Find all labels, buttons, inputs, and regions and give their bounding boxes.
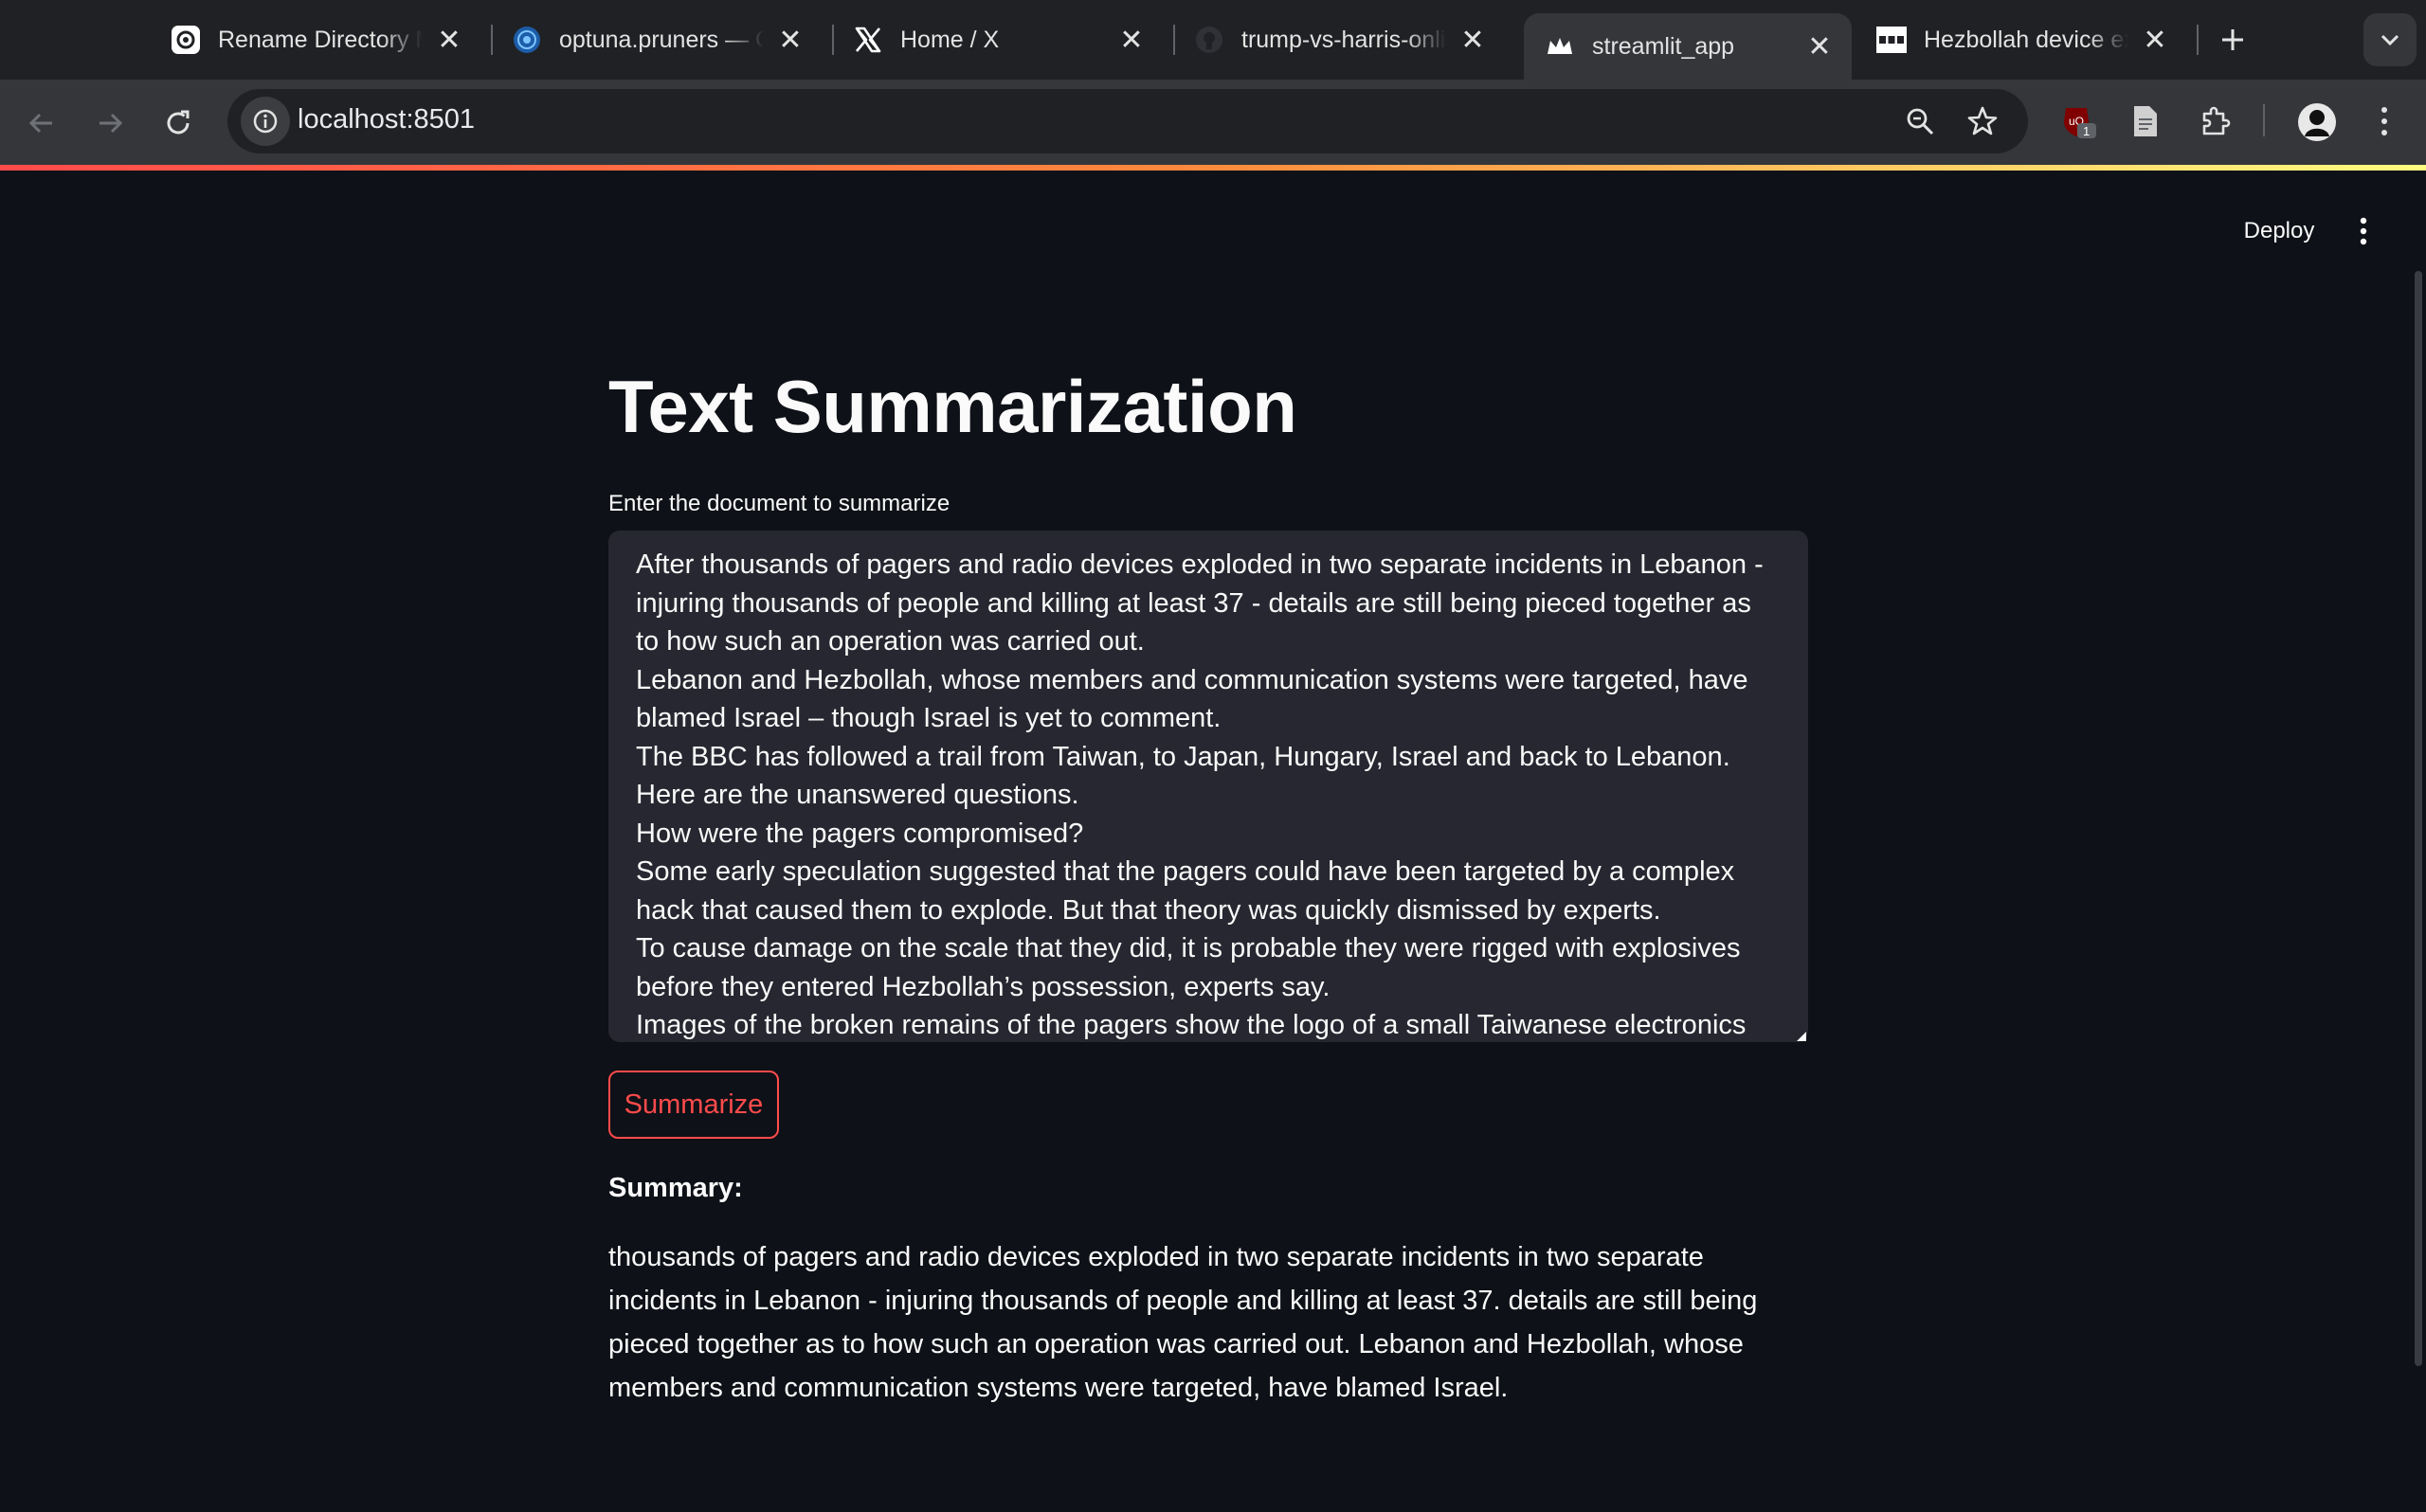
- url-text: localhost:8501: [298, 104, 476, 135]
- optuna-icon: [512, 25, 542, 55]
- chevron-down-icon: [2381, 34, 2399, 46]
- tab-title: Rename Directory Method: [218, 26, 423, 53]
- document-input-label: Enter the document to summarize: [608, 491, 950, 516]
- browser-tab[interactable]: Home / X ✕: [832, 13, 1164, 66]
- browser-tabstrip: Rename Directory Method ✕ optuna.pruners…: [0, 0, 2426, 80]
- deploy-button[interactable]: Deploy: [2227, 208, 2331, 254]
- close-tab-icon[interactable]: ✕: [1802, 29, 1837, 63]
- back-button[interactable]: [19, 100, 64, 146]
- reload-icon: [167, 110, 190, 135]
- close-tab-icon[interactable]: ✕: [1456, 23, 1490, 57]
- summarize-button[interactable]: Summarize: [608, 1071, 779, 1139]
- x-logo-icon: [853, 25, 883, 55]
- openai-icon: [171, 25, 201, 55]
- close-tab-icon[interactable]: ✕: [1114, 23, 1149, 57]
- summary-text: thousands of pagers and radio devices ex…: [608, 1242, 1758, 1403]
- streamlit-app: Deploy Text Summarization Enter the docu…: [0, 171, 2426, 1512]
- browser-tab[interactable]: Rename Directory Method ✕: [150, 13, 481, 66]
- extensions-puzzle-icon[interactable]: [2195, 100, 2236, 142]
- plus-icon: [2222, 29, 2243, 50]
- site-info-icon[interactable]: [241, 97, 290, 146]
- tab-title: streamlit_app: [1592, 32, 1735, 60]
- reload-button[interactable]: [155, 100, 201, 146]
- github-icon: [1194, 25, 1224, 55]
- new-tab-button[interactable]: [2214, 19, 2252, 61]
- tab-search-button[interactable]: [2363, 13, 2417, 66]
- address-bar[interactable]: localhost:8501: [227, 89, 2028, 153]
- browser-tab[interactable]: optuna.pruners — Optuna ✕: [491, 13, 823, 66]
- summary-heading: Summary:: [608, 1173, 743, 1203]
- kebab-menu-icon: [2360, 217, 2367, 245]
- browser-tab[interactable]: Hezbollah device explosions ✕: [1856, 13, 2187, 66]
- tab-title: Home / X: [900, 26, 1000, 53]
- streamlit-crown-icon: [1545, 31, 1575, 62]
- browser-tab[interactable]: trump-vs-harris-online ✕: [1173, 13, 1505, 66]
- arrow-left-icon: [28, 113, 52, 134]
- profile-avatar[interactable]: [2295, 100, 2339, 144]
- bookmark-star-icon[interactable]: [1962, 100, 2003, 142]
- close-tab-icon[interactable]: ✕: [773, 23, 807, 57]
- forward-button[interactable]: [87, 100, 133, 146]
- document-textarea[interactable]: After thousands of pagers and radio devi…: [608, 531, 1808, 1042]
- main-menu-button[interactable]: [2345, 208, 2382, 254]
- browser-menu-icon[interactable]: [2363, 100, 2405, 142]
- resize-handle-icon[interactable]: [1795, 1029, 1806, 1041]
- toolbar-separator: [2263, 104, 2265, 136]
- extension-badge-count: 1: [2083, 124, 2090, 138]
- bbc-icon: [1876, 25, 1907, 55]
- close-tab-icon[interactable]: ✕: [432, 23, 466, 57]
- page-scrollbar[interactable]: [2415, 271, 2422, 1366]
- zoom-icon[interactable]: [1899, 100, 1941, 142]
- tab-title: trump-vs-harris-online: [1241, 26, 1446, 53]
- document-extension-icon[interactable]: [2125, 100, 2166, 142]
- tab-title: Hezbollah device explosions: [1924, 26, 2128, 53]
- close-tab-icon[interactable]: ✕: [2138, 23, 2172, 57]
- tab-title: optuna.pruners — Optuna: [559, 26, 764, 53]
- browser-tab-active[interactable]: streamlit_app ✕: [1524, 13, 1852, 80]
- page-title: Text Summarization: [608, 365, 1297, 448]
- tab-separator: [2197, 25, 2199, 55]
- ublock-extension-icon[interactable]: uO 1: [2058, 100, 2100, 142]
- arrow-right-icon: [100, 113, 123, 134]
